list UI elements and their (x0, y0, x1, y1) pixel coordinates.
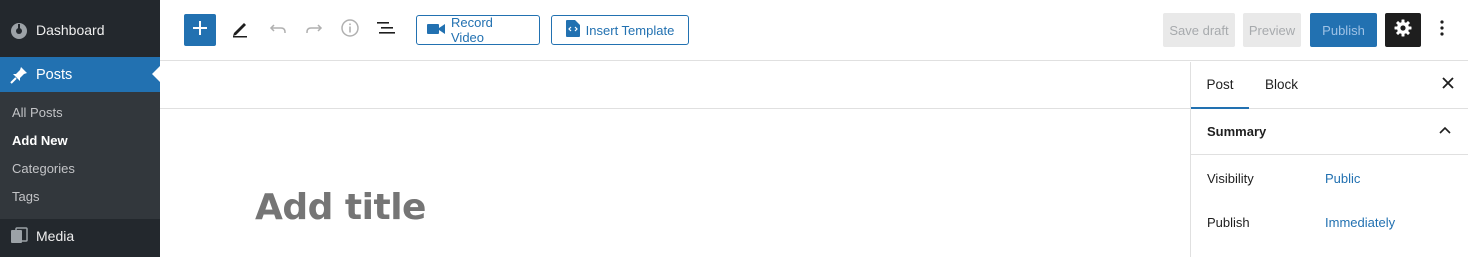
info-icon (340, 18, 360, 43)
tab-post[interactable]: Post (1191, 62, 1249, 109)
add-block-button[interactable] (184, 14, 216, 46)
kebab-menu-icon (1440, 19, 1444, 41)
menu-label-media: Media (36, 228, 75, 244)
chevron-up-icon (1437, 123, 1453, 139)
publish-label: Publish (1207, 215, 1250, 230)
pushpin-icon (9, 65, 29, 85)
current-menu-arrow (152, 66, 160, 82)
summary-title: Summary (1207, 124, 1267, 139)
undo-button[interactable] (264, 16, 292, 44)
video-camera-icon (427, 22, 445, 39)
list-view-button[interactable] (372, 16, 400, 44)
menu-label-posts: Posts (36, 66, 73, 83)
submenu-tags[interactable]: Tags (0, 183, 160, 211)
more-options-button[interactable] (1432, 16, 1452, 44)
posts-submenu: All Posts Add New Categories Tags (0, 92, 160, 219)
code-file-icon (565, 20, 580, 40)
settings-button[interactable] (1385, 13, 1421, 47)
details-button[interactable] (336, 16, 364, 44)
media-icon (9, 226, 29, 246)
menu-item-media[interactable]: Media (0, 219, 160, 253)
admin-sidebar: Dashboard Posts All Posts Add New Catego… (0, 0, 160, 257)
visibility-label: Visibility (1207, 171, 1254, 186)
pencil-icon (230, 18, 250, 43)
record-video-label: Record Video (451, 15, 493, 45)
editor-canvas: Add title (160, 62, 1190, 257)
settings-sidebar: Post Block Summary Visibility Public Pub… (1190, 62, 1468, 257)
record-video-button[interactable]: Record Video (416, 15, 540, 45)
menu-item-posts[interactable]: Posts (0, 57, 160, 92)
menu-item-dashboard[interactable]: Dashboard (0, 13, 160, 47)
menu-label-dashboard: Dashboard (36, 22, 105, 38)
submenu-all-posts[interactable]: All Posts (0, 99, 160, 127)
insert-template-button[interactable]: Insert Template (551, 15, 689, 45)
plus-icon (192, 20, 208, 41)
save-draft-button[interactable]: Save draft (1163, 13, 1235, 47)
summary-panel-header[interactable]: Summary (1191, 109, 1468, 155)
sidebar-tabs: Post Block (1191, 62, 1468, 109)
close-sidebar-button[interactable] (1439, 76, 1457, 94)
editor-toolbar: Record Video Insert Template Save draft … (160, 0, 1468, 61)
redo-icon (304, 18, 324, 43)
list-view-icon (375, 18, 397, 43)
redo-button[interactable] (300, 16, 328, 44)
dashboard-icon (9, 20, 29, 40)
gear-icon (1394, 19, 1412, 42)
post-title-input[interactable]: Add title (255, 187, 426, 228)
submenu-add-new[interactable]: Add New (0, 127, 160, 155)
visibility-value-link[interactable]: Public (1325, 171, 1360, 186)
submenu-categories[interactable]: Categories (0, 155, 160, 183)
editor-notice-area (160, 62, 1190, 109)
publish-button[interactable]: Publish (1310, 13, 1377, 47)
insert-template-label: Insert Template (585, 22, 675, 38)
close-icon (1442, 76, 1454, 94)
tools-button[interactable] (226, 16, 254, 44)
preview-button[interactable]: Preview (1243, 13, 1301, 47)
undo-icon (268, 18, 288, 43)
publish-date-link[interactable]: Immediately (1325, 215, 1395, 230)
tab-block[interactable]: Block (1265, 62, 1301, 109)
